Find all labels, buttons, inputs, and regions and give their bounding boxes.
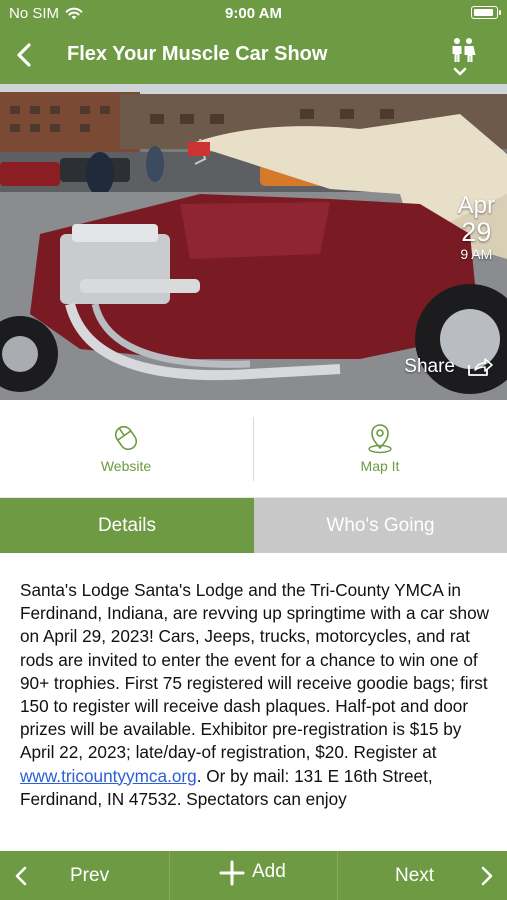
tab-whos-going[interactable]: Who's Going (254, 498, 507, 553)
people-icon[interactable] (449, 37, 477, 63)
event-date-badge: Apr 29 9 AM (457, 192, 495, 263)
next-label: Next (395, 865, 435, 886)
car-show-photo (0, 84, 507, 400)
map-it-button[interactable]: Map It (310, 422, 450, 474)
description-text: Santa's Lodge Santa's Lodge and the Tri-… (20, 580, 490, 763)
event-day: 29 (461, 217, 492, 247)
action-row: Website Map It (0, 400, 507, 498)
share-button[interactable]: Share (404, 356, 493, 378)
map-pin-icon (368, 424, 392, 454)
prev-button[interactable]: Prev (0, 851, 169, 900)
plus-icon (219, 860, 245, 886)
bottom-toolbar: Prev Add Next (0, 851, 507, 900)
mouse-icon (114, 425, 138, 451)
back-button[interactable] (12, 40, 38, 70)
event-photo[interactable]: Apr 29 9 AM (0, 84, 507, 400)
website-button[interactable]: Website (56, 422, 196, 474)
website-label: Website (100, 458, 152, 474)
tab-bar: Details Who's Going (0, 498, 507, 553)
status-bar: No SIM 9:00 AM (0, 0, 507, 27)
battery-icon (471, 6, 501, 19)
nav-bar: Flex Your Muscle Car Show (0, 27, 507, 84)
clock: 9:00 AM (225, 5, 282, 22)
chevron-right-icon (481, 866, 493, 886)
chevron-down-icon[interactable] (453, 67, 467, 77)
share-icon (468, 358, 493, 376)
page-title: Flex Your Muscle Car Show (67, 43, 328, 65)
event-month: Apr (457, 192, 495, 219)
tab-details[interactable]: Details (0, 498, 254, 553)
add-button[interactable]: Add (169, 851, 338, 900)
share-label: Share (404, 356, 455, 377)
event-description: Santa's Lodge Santa's Lodge and the Tri-… (20, 579, 492, 851)
action-divider (253, 417, 254, 481)
map-it-label: Map It (360, 458, 400, 474)
website-link[interactable]: www.tricountyymca.org (20, 766, 197, 786)
event-time: 9 AM (460, 246, 493, 262)
add-label: Add (252, 861, 286, 882)
next-button[interactable]: Next (338, 851, 507, 900)
prev-label: Prev (70, 865, 110, 886)
chevron-left-icon (15, 866, 27, 886)
